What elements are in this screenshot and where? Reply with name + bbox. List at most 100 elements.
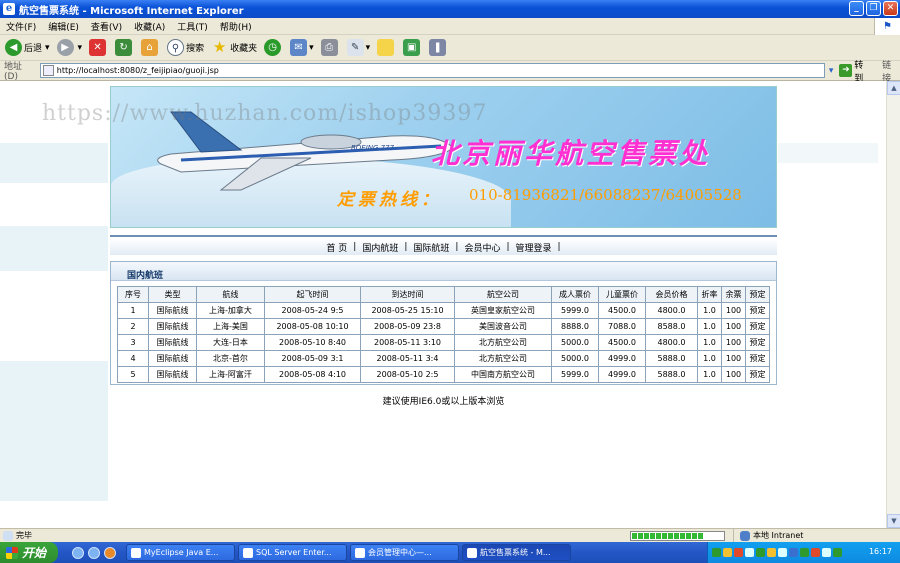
table-cell: 4500.0 (598, 302, 646, 319)
book-link[interactable]: 预定 (745, 318, 770, 335)
search-button[interactable]: ⚲ 搜索 (167, 39, 204, 56)
edit-button[interactable]: ✎ ▾ (346, 39, 371, 56)
tray-icon[interactable] (811, 548, 820, 557)
nav-member[interactable]: 会员中心 (464, 241, 500, 254)
ghost-block (778, 143, 878, 163)
edit-icon: ✎ (346, 39, 364, 56)
nav-home[interactable]: 首 页 (326, 241, 347, 254)
nav-divider (110, 235, 777, 237)
table-cell: 4500.0 (598, 334, 646, 351)
tray-icon[interactable] (745, 548, 754, 557)
messenger-button[interactable]: ▣ (403, 39, 422, 56)
sqlserver-icon (243, 547, 253, 558)
book-link[interactable]: 预定 (745, 334, 770, 351)
tray-icon[interactable] (789, 548, 798, 557)
tray-icon[interactable] (833, 548, 842, 557)
tray-icon[interactable] (756, 548, 765, 557)
table-row: 3 国际航线 大连-日本 2008-05-10 8:40 2008-05-11 3:10… (117, 334, 770, 351)
menu-help[interactable]: 帮助(H) (220, 20, 252, 33)
table-cell: 国际航线 (148, 334, 197, 351)
page-icon (42, 65, 54, 76)
address-input[interactable]: http://localhost:8080/z_feijipiao/guoji.… (39, 63, 825, 78)
refresh-button[interactable]: ↻ (115, 39, 134, 56)
scroll-up-icon[interactable]: ▲ (887, 81, 900, 95)
favorites-button[interactable]: ★ 收藏夹 (211, 39, 257, 56)
mail-button[interactable]: ✉ ▾ (290, 39, 314, 56)
table-cell: 5999.0 (551, 366, 599, 383)
forward-dropdown-icon[interactable]: ▾ (78, 43, 83, 53)
table-cell: 2008-05-24 9:5 (264, 302, 361, 319)
col-header: 航空公司 (454, 286, 552, 303)
edit-dropdown-icon[interactable]: ▾ (366, 43, 371, 53)
close-button[interactable]: ✕ (883, 1, 898, 16)
status-text: 完毕 (0, 530, 630, 541)
mail-dropdown-icon[interactable]: ▾ (309, 43, 314, 53)
tray-icon[interactable] (723, 548, 732, 557)
media-button[interactable]: ◷ (264, 39, 283, 56)
firefox-quick-icon[interactable] (104, 546, 116, 559)
task-member-center[interactable]: 会员管理中心—... (350, 544, 459, 561)
back-dropdown-icon[interactable]: ▾ (45, 43, 50, 53)
start-button[interactable]: 开始 (0, 542, 58, 563)
window-title-bar[interactable]: e 航空售票系统 - Microsoft Internet Explorer _… (0, 0, 900, 18)
menu-file[interactable]: 文件(F) (6, 20, 36, 33)
table-cell: 2008-05-09 23:8 (360, 318, 455, 335)
task-myeclipse[interactable]: MyEclipse Java E... (126, 544, 235, 561)
print-icon: ⎙ (320, 39, 338, 56)
nav-international[interactable]: 国际航班 (413, 241, 449, 254)
go-button[interactable]: 转到 (854, 58, 872, 84)
nav-separator: | (557, 242, 561, 252)
maximize-button[interactable]: ❐ (866, 1, 881, 16)
research-button[interactable]: ❚ (429, 39, 448, 56)
col-header: 航线 (196, 286, 265, 303)
menu-view[interactable]: 查看(V) (91, 20, 122, 33)
table-cell: 1 (117, 302, 149, 319)
address-dropdown-icon[interactable]: ▾ (829, 66, 834, 76)
menu-edit[interactable]: 编辑(E) (48, 20, 79, 33)
table-cell: 100 (721, 318, 746, 335)
tray-icon[interactable] (800, 548, 809, 557)
tray-icon[interactable] (712, 548, 721, 557)
flights-table: 序号 类型 航线 起飞时间 到达时间 航空公司 成人票价 儿童票价 会员价格 折… (117, 286, 770, 383)
table-cell: 国际航线 (148, 366, 197, 383)
scroll-down-icon[interactable]: ▼ (887, 514, 900, 528)
progress-segment (674, 532, 679, 539)
back-label: 后退 (24, 44, 43, 54)
links-label[interactable]: 链接 (882, 58, 900, 84)
nav-admin-login[interactable]: 管理登录 (516, 241, 552, 254)
refresh-icon: ↻ (115, 39, 133, 56)
ghost-block (0, 226, 108, 271)
table-cell: 100 (721, 302, 746, 319)
vertical-scrollbar[interactable]: ▲ ▼ (886, 81, 900, 528)
security-zone: 本地 Intranet (733, 528, 803, 543)
back-button[interactable]: ◀ 后退 ▾ (5, 39, 50, 56)
menu-favorites[interactable]: 收藏(A) (134, 20, 165, 33)
discuss-button[interactable] (377, 39, 396, 56)
go-arrow-icon[interactable]: ➜ (839, 64, 853, 77)
table-cell: 北方航空公司 (454, 334, 552, 351)
task-label: 航空售票系统 - M... (480, 548, 551, 557)
print-button[interactable]: ⎙ (320, 39, 340, 56)
table-cell: 4800.0 (645, 334, 698, 351)
nav-domestic[interactable]: 国内航班 (362, 241, 398, 254)
tray-icon[interactable] (778, 548, 787, 557)
menu-tools[interactable]: 工具(T) (177, 20, 208, 33)
task-sqlserver[interactable]: SQL Server Enter... (238, 544, 347, 561)
ie-quick-icon[interactable] (88, 546, 100, 559)
table-cell: 5888.0 (645, 350, 698, 367)
minimize-button[interactable]: _ (849, 1, 864, 16)
book-link[interactable]: 预定 (745, 366, 770, 383)
table-cell: 2008-05-25 15:10 (360, 302, 455, 319)
forward-button[interactable]: ▶ ▾ (56, 39, 83, 56)
book-link[interactable]: 预定 (745, 350, 770, 367)
home-icon: ⌂ (141, 39, 159, 56)
home-button[interactable]: ⌂ (141, 39, 160, 56)
book-link[interactable]: 预定 (745, 302, 770, 319)
stop-button[interactable]: ✕ (89, 39, 108, 56)
tray-icon[interactable] (734, 548, 743, 557)
tray-icon[interactable] (767, 548, 776, 557)
books-icon: ❚ (429, 39, 447, 56)
show-desktop-icon[interactable] (72, 546, 84, 559)
task-flight-system[interactable]: 航空售票系统 - M... (462, 544, 571, 561)
tray-icon[interactable] (822, 548, 831, 557)
